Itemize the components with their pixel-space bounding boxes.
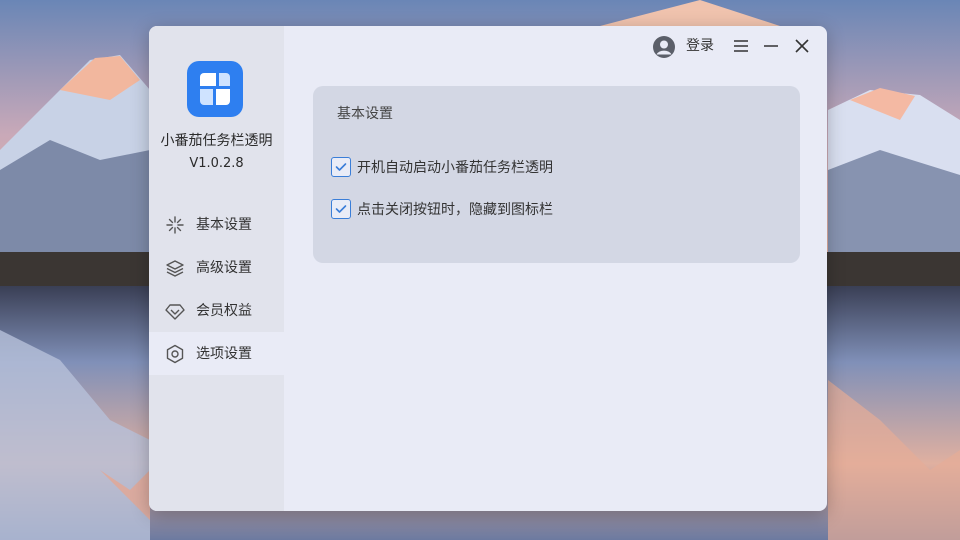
sidebar-item-label: 会员权益 [196, 303, 252, 319]
sidebar-item-basic-settings[interactable]: 基本设置 [149, 203, 284, 246]
layers-icon [165, 258, 185, 278]
diamond-icon [165, 301, 185, 321]
option-label: 开机自动启动小番茄任务栏透明 [357, 160, 553, 176]
settings-panel: 基本设置 开机自动启动小番茄任务栏透明 点击关闭按钮时，隐藏到图标栏 [313, 86, 800, 263]
hide-to-tray-checkbox[interactable] [331, 199, 351, 219]
user-avatar-icon[interactable] [652, 35, 676, 59]
minimize-icon[interactable] [761, 36, 781, 56]
hexagon-settings-icon [165, 344, 185, 364]
option-label: 点击关闭按钮时，隐藏到图标栏 [357, 202, 553, 218]
sidebar-item-label: 选项设置 [196, 346, 252, 362]
sparkle-icon [165, 215, 185, 235]
sidebar-item-membership[interactable]: 会员权益 [149, 289, 284, 332]
sidebar-item-label: 高级设置 [196, 260, 252, 276]
option-autostart: 开机自动启动小番茄任务栏透明 [331, 155, 553, 179]
app-window: 小番茄任务栏透明 V1.0.2.8 基本设置 高级设置 会员权益 选项设置 登录… [149, 26, 827, 511]
close-icon[interactable] [792, 36, 812, 56]
option-hide-to-tray: 点击关闭按钮时，隐藏到图标栏 [331, 197, 553, 221]
panel-title: 基本设置 [337, 106, 393, 122]
menu-icon[interactable] [731, 36, 751, 56]
sidebar: 小番茄任务栏透明 V1.0.2.8 基本设置 高级设置 会员权益 选项设置 [149, 26, 284, 511]
app-version: V1.0.2.8 [189, 156, 244, 171]
sidebar-item-options[interactable]: 选项设置 [149, 332, 284, 375]
desktop-background: 小番茄任务栏透明 V1.0.2.8 基本设置 高级设置 会员权益 选项设置 登录… [0, 0, 960, 540]
sidebar-item-advanced-settings[interactable]: 高级设置 [149, 246, 284, 289]
login-link[interactable]: 登录 [686, 36, 714, 56]
sidebar-item-label: 基本设置 [196, 217, 252, 233]
app-logo-icon [187, 61, 243, 117]
autostart-checkbox[interactable] [331, 157, 351, 177]
app-name: 小番茄任务栏透明 [160, 133, 273, 149]
